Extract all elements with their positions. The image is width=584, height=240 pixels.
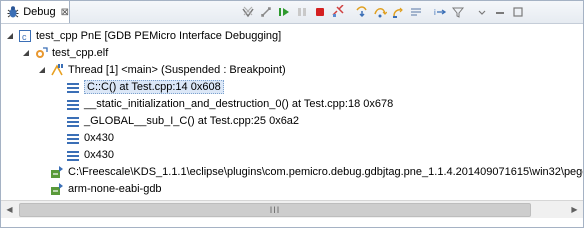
launch-label: test_cpp PnE [GDB PEMicro Interface Debu…: [36, 29, 282, 42]
scrollbar-thumb[interactable]: III: [19, 203, 531, 217]
svg-text:i: i: [434, 8, 436, 17]
step-return-icon[interactable]: [389, 4, 406, 21]
tab-debug[interactable]: Debug ⊠: [1, 1, 70, 23]
tree-row-frame[interactable]: _GLOBAL__sub_I_C() at Test.cpp:25 0x6a2: [65, 112, 299, 129]
view-tab-bar: Debug ⊠ i: [1, 1, 583, 24]
minimize-icon[interactable]: [491, 4, 508, 21]
process-icon: [49, 164, 65, 180]
tree-row-launch[interactable]: c test_cpp PnE [GDB PEMicro Interface De…: [5, 27, 281, 44]
thread-label: Thread [1] <main> (Suspended : Breakpoin…: [68, 63, 286, 76]
stack-frame-icon: [65, 79, 81, 95]
stack-frame-icon: [65, 96, 81, 112]
instruction-stepping-icon[interactable]: i: [431, 4, 448, 21]
debug-view: Debug ⊠ i c test_cpp PnE [GDB PEMicro In…: [0, 0, 584, 228]
resume-icon[interactable]: [275, 4, 292, 21]
scroll-left-icon[interactable]: ◀: [1, 201, 18, 218]
scrollbar-grip: III: [269, 205, 281, 215]
launch-config-icon: c: [17, 28, 33, 44]
debug-target-icon: [33, 45, 49, 61]
frame-label: _GLOBAL__sub_I_C() at Test.cpp:25 0x6a2: [84, 114, 300, 127]
debug-toolbar: i: [239, 3, 527, 21]
terminate-icon[interactable]: [311, 4, 328, 21]
step-into-icon[interactable]: [353, 4, 370, 21]
tab-title: Debug: [23, 6, 56, 18]
step-over-icon[interactable]: [371, 4, 388, 21]
gdb-label: arm-none-eabi-gdb: [68, 182, 162, 195]
frame-label: 0x430: [84, 131, 114, 144]
tree-row-elf[interactable]: test_cpp.elf: [21, 44, 108, 61]
remove-all-terminated-icon[interactable]: [239, 4, 256, 21]
expanded-triangle-icon[interactable]: [5, 31, 15, 41]
drop-to-frame-icon[interactable]: [407, 4, 424, 21]
debug-tree: c test_cpp PnE [GDB PEMicro Interface De…: [1, 24, 583, 200]
process-label: C:\Freescale\KDS_1.1.1\eclipse\plugins\c…: [68, 165, 583, 178]
horizontal-scrollbar[interactable]: ◀ III ▶: [1, 200, 583, 218]
tree-row-process[interactable]: C:\Freescale\KDS_1.1.1\eclipse\plugins\c…: [49, 163, 583, 180]
tree-row-frame[interactable]: C::C() at Test.cpp:14 0x608: [65, 78, 224, 95]
expanded-triangle-icon[interactable]: [37, 65, 47, 75]
frame-label: 0x430: [84, 148, 114, 161]
thread-icon: [49, 62, 65, 78]
view-menu-icon[interactable]: [473, 4, 490, 21]
stack-frame-icon: [65, 147, 81, 163]
expanded-triangle-icon[interactable]: [21, 48, 31, 58]
maximize-icon[interactable]: [509, 4, 526, 21]
stack-frame-icon: [65, 113, 81, 129]
close-tab-icon[interactable]: ⊠: [61, 7, 69, 18]
tree-row-gdb[interactable]: arm-none-eabi-gdb: [49, 180, 162, 197]
frame-label: __static_initialization_and_destruction_…: [84, 97, 394, 110]
use-step-filters-icon[interactable]: [449, 4, 466, 21]
connect-icon[interactable]: [257, 4, 274, 21]
disconnect-icon[interactable]: [329, 4, 346, 21]
tree-row-frame[interactable]: 0x430: [65, 129, 114, 146]
tree-row-frame[interactable]: 0x430: [65, 146, 114, 163]
svg-text:c: c: [22, 32, 27, 42]
scroll-right-icon[interactable]: ▶: [566, 201, 583, 218]
suspend-icon[interactable]: [293, 4, 310, 21]
frame-label-selected: C::C() at Test.cpp:14 0x608: [84, 79, 224, 94]
process-icon: [49, 181, 65, 197]
stack-frame-icon: [65, 130, 81, 146]
tree-row-frame[interactable]: __static_initialization_and_destruction_…: [65, 95, 393, 112]
bug-icon: [5, 4, 20, 20]
tree-row-thread[interactable]: Thread [1] <main> (Suspended : Breakpoin…: [37, 61, 286, 78]
elf-label: test_cpp.elf: [52, 46, 109, 59]
